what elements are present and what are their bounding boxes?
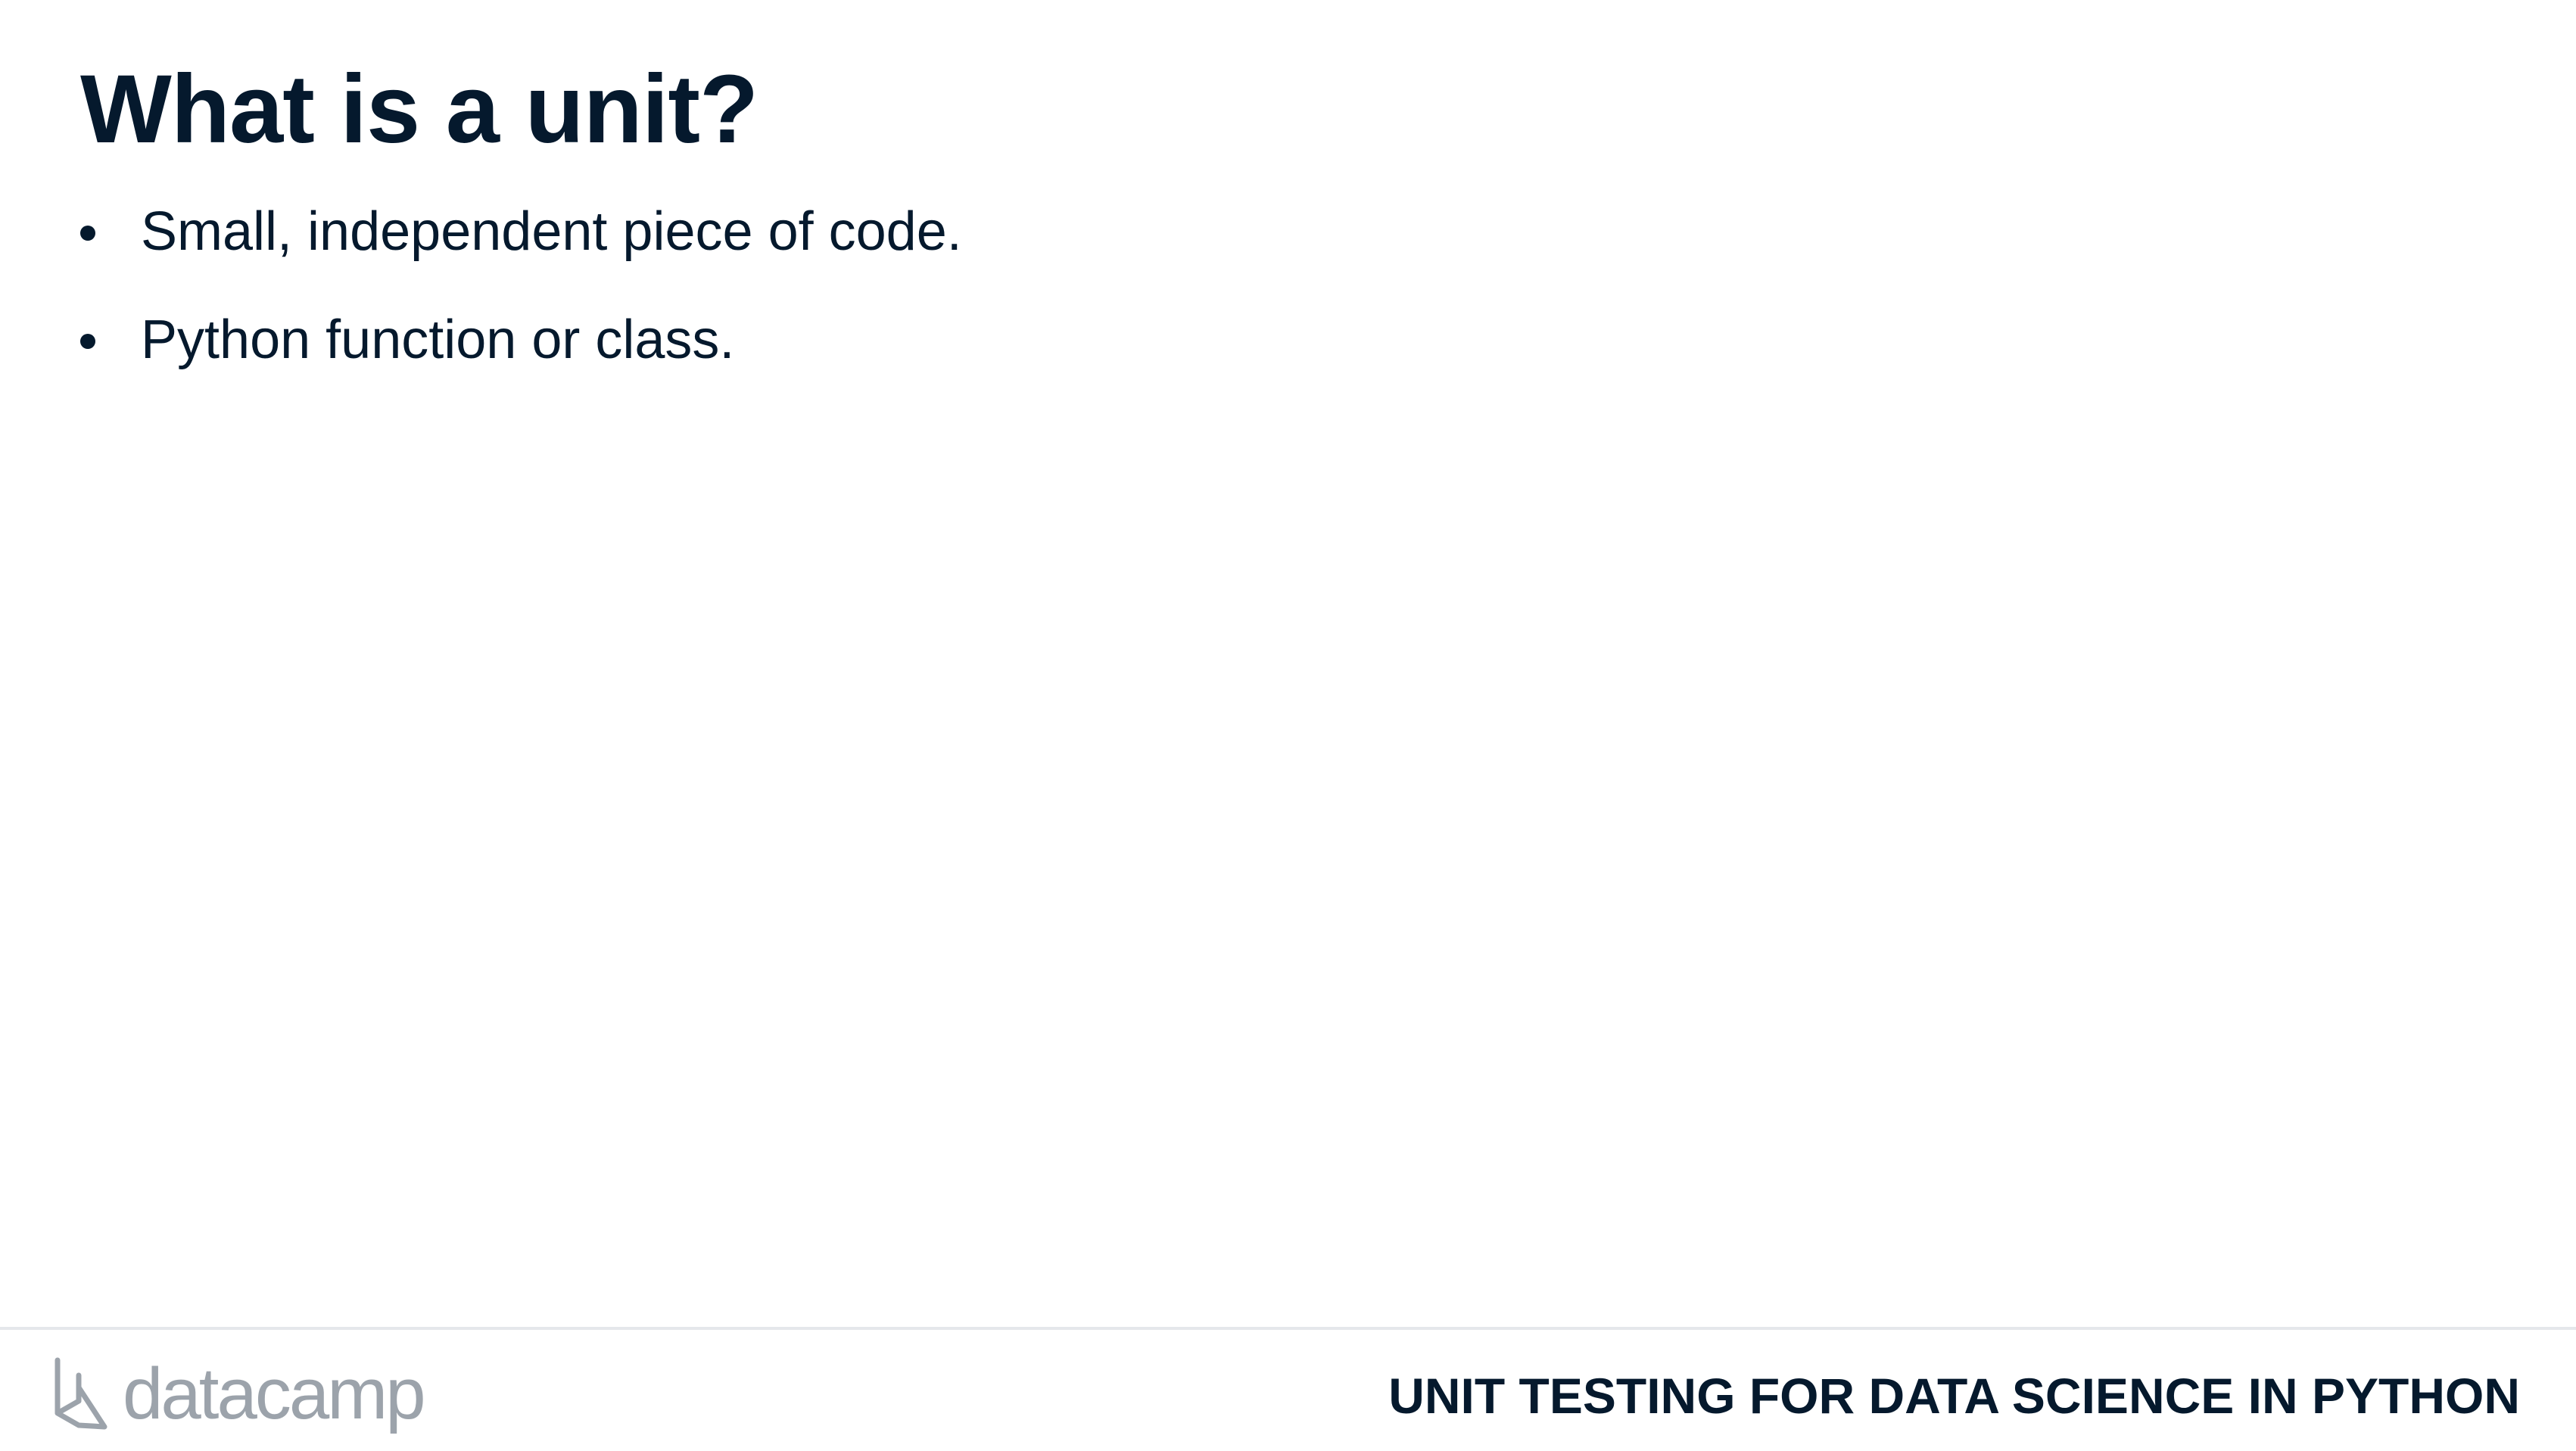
footer: datacamp UNIT TESTING FOR DATA SCIENCE I… <box>0 1330 2576 1451</box>
bullet-text: Python function or class. <box>141 310 735 370</box>
datacamp-logo-icon <box>55 1357 107 1430</box>
bullet-icon <box>80 334 95 349</box>
bullet-item: Python function or class. <box>80 302 962 410</box>
datacamp-logo: datacamp <box>53 1353 426 1436</box>
bullet-list: Small, independent piece of code. Python… <box>80 194 962 410</box>
course-title: UNIT TESTING FOR DATA SCIENCE IN PYTHON <box>1388 1368 2520 1424</box>
slide-title: What is a unit? <box>80 55 758 163</box>
bullet-icon <box>80 226 95 241</box>
bullet-text: Small, independent piece of code. <box>141 201 962 262</box>
bullet-item: Small, independent piece of code. <box>80 194 962 302</box>
logo-text: datacamp <box>123 1353 426 1434</box>
